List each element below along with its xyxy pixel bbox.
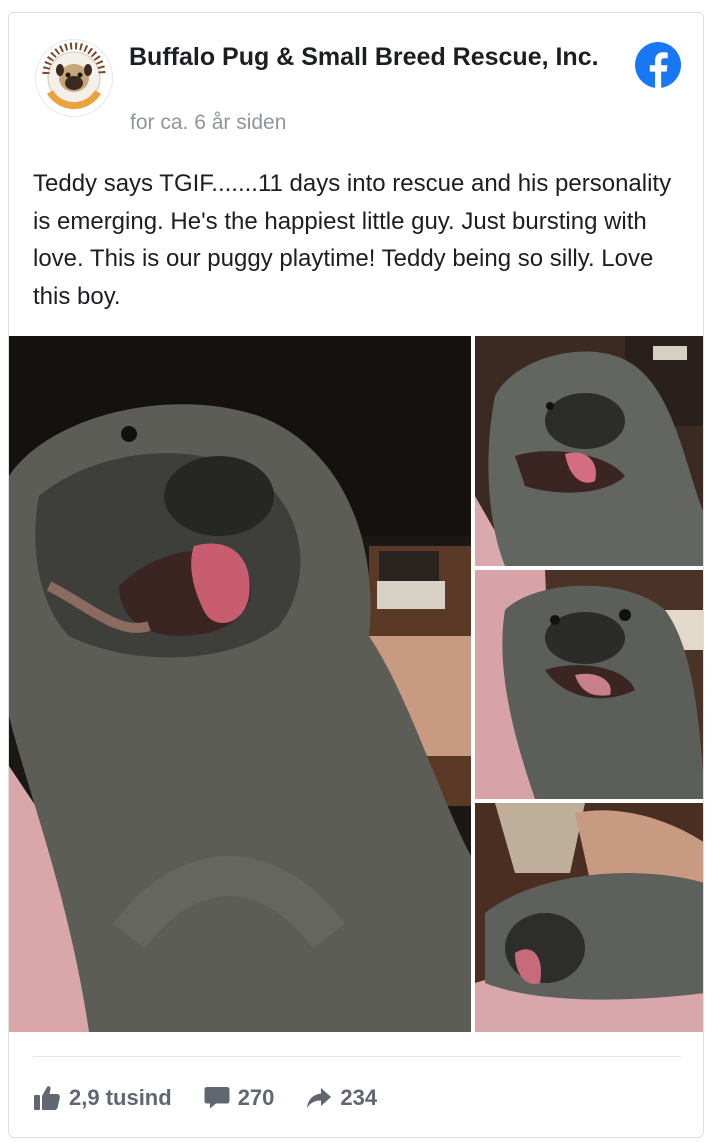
rescue-logo-icon [38, 42, 110, 114]
likes-stat[interactable]: 2,9 tusind [33, 1085, 172, 1111]
photo-main[interactable] [9, 336, 471, 1032]
pug-photo-thumbnail-icon [475, 803, 703, 1032]
facebook-post-card: Buffalo Pug & Small Breed Rescue, Inc. f… [8, 12, 704, 1138]
share-arrow-icon [307, 1088, 332, 1108]
photo-thumbnail-2[interactable] [475, 570, 703, 799]
likes-count: 2,9 tusind [69, 1085, 172, 1110]
engagement-stats: 2,9 tusind 270 234 [33, 1080, 409, 1116]
thumbs-up-icon [34, 1086, 60, 1110]
pug-photo-thumbnail-icon [475, 570, 703, 799]
facebook-logo-icon[interactable] [635, 42, 681, 88]
post-timestamp[interactable]: for ca. 6 år siden [130, 111, 286, 135]
page-avatar[interactable] [35, 39, 113, 117]
comments-count: 270 [237, 1085, 275, 1110]
divider [33, 1056, 681, 1057]
page-name-link[interactable]: Buffalo Pug & Small Breed Rescue, Inc. [129, 39, 624, 75]
photo-thumbnail-1[interactable] [475, 336, 703, 566]
pug-photo-main-icon [9, 336, 471, 1032]
comments-stat[interactable]: 270 [204, 1085, 275, 1111]
photo-thumbnail-3[interactable] [475, 803, 703, 1032]
shares-count: 234 [340, 1085, 378, 1110]
comment-icon [204, 1087, 230, 1109]
shares-stat[interactable]: 234 [306, 1085, 377, 1111]
post-text: Teddy says TGIF.......11 days into rescu… [33, 170, 672, 310]
pug-photo-thumbnail-icon [475, 336, 703, 566]
